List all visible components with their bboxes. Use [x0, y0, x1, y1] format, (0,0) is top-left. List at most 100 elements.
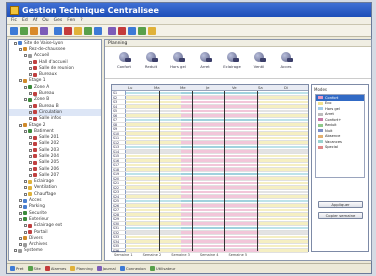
- menu-item[interactable]: Ou: [42, 18, 48, 23]
- expand-toggle-icon[interactable]: [19, 236, 22, 240]
- row-cells[interactable]: [126, 145, 308, 149]
- toolbar-button-icon[interactable]: [148, 26, 156, 35]
- expand-toggle-icon[interactable]: [29, 161, 32, 165]
- menu-item[interactable]: Ges: [54, 18, 63, 23]
- toolbar-button-icon[interactable]: [20, 26, 28, 35]
- row-cells[interactable]: [126, 226, 308, 230]
- expand-toggle-icon[interactable]: [19, 211, 22, 215]
- row-cells[interactable]: [126, 154, 308, 158]
- menu-item[interactable]: Fen: [67, 18, 75, 23]
- status-item[interactable]: Pret: [10, 266, 24, 271]
- row-cells[interactable]: [126, 217, 308, 221]
- expand-toggle-icon[interactable]: [24, 85, 27, 89]
- expand-toggle-icon[interactable]: [24, 54, 27, 58]
- expand-toggle-icon[interactable]: [24, 98, 27, 102]
- expand-toggle-icon[interactable]: [19, 217, 22, 221]
- row-cells[interactable]: [126, 123, 308, 127]
- toolbar-button-icon[interactable]: [30, 26, 38, 35]
- mode-list-item[interactable]: Special: [316, 145, 364, 151]
- row-cells[interactable]: [126, 105, 308, 109]
- status-item[interactable]: Utilisateur: [149, 266, 175, 271]
- toolbar-button-icon[interactable]: [74, 26, 82, 35]
- tree-item[interactable]: Systeme: [9, 248, 101, 254]
- row-cells[interactable]: [126, 132, 308, 136]
- expand-toggle-icon[interactable]: [29, 66, 32, 70]
- expand-toggle-icon[interactable]: [24, 224, 27, 228]
- expand-toggle-icon[interactable]: [19, 205, 22, 209]
- expand-toggle-icon[interactable]: [19, 199, 22, 203]
- row-cells[interactable]: [126, 127, 308, 131]
- expand-toggle-icon[interactable]: [29, 92, 32, 96]
- row-cells[interactable]: [126, 118, 308, 122]
- toolbar-button-icon[interactable]: [40, 26, 48, 35]
- row-cells[interactable]: [126, 199, 308, 203]
- expand-toggle-icon[interactable]: [29, 173, 32, 177]
- row-cells[interactable]: [126, 159, 308, 163]
- expand-toggle-icon[interactable]: [29, 148, 32, 152]
- row-cells[interactable]: [126, 186, 308, 190]
- mode-icon-button[interactable]: Reduit: [142, 52, 160, 69]
- menu-item[interactable]: Af: [33, 18, 38, 23]
- row-cells[interactable]: [126, 177, 308, 181]
- status-item[interactable]: Alarmes: [44, 266, 66, 271]
- expand-toggle-icon[interactable]: [29, 110, 32, 114]
- expand-toggle-icon[interactable]: [14, 249, 17, 253]
- expand-toggle-icon[interactable]: [19, 79, 22, 83]
- row-cells[interactable]: [126, 195, 308, 199]
- toolbar-button-icon[interactable]: [138, 26, 146, 35]
- expand-toggle-icon[interactable]: [29, 154, 32, 158]
- row-cells[interactable]: [126, 163, 308, 167]
- toolbar-button-icon[interactable]: [54, 26, 62, 35]
- row-cells[interactable]: [126, 249, 308, 253]
- row-cells[interactable]: [126, 190, 308, 194]
- mode-icon-button[interactable]: Hors gel: [169, 52, 187, 69]
- expand-toggle-icon[interactable]: [24, 230, 27, 234]
- expand-toggle-icon[interactable]: [29, 60, 32, 64]
- expand-toggle-icon[interactable]: [29, 73, 32, 77]
- expand-toggle-icon[interactable]: [24, 180, 27, 184]
- status-item[interactable]: Journal: [96, 266, 116, 271]
- toolbar-button-icon[interactable]: [64, 26, 72, 35]
- row-cells[interactable]: [126, 222, 308, 226]
- row-cells[interactable]: [126, 213, 308, 217]
- toolbar-button-icon[interactable]: [128, 26, 136, 35]
- expand-toggle-icon[interactable]: [24, 129, 27, 133]
- mode-icon-button[interactable]: Arret: [196, 52, 214, 69]
- row-cells[interactable]: [126, 172, 308, 176]
- apply-button[interactable]: Appliquer: [318, 201, 363, 208]
- status-item[interactable]: Site: [27, 266, 41, 271]
- expand-toggle-icon[interactable]: [29, 104, 32, 108]
- toolbar-button-icon[interactable]: [94, 26, 102, 35]
- toolbar-button-icon[interactable]: [10, 26, 18, 35]
- mode-icon-button[interactable]: Eclairage: [223, 52, 241, 69]
- menu-item[interactable]: Ed: [22, 18, 28, 23]
- menu-item[interactable]: Fic: [11, 18, 17, 23]
- expand-toggle-icon[interactable]: [24, 186, 27, 190]
- status-item[interactable]: Connexion: [119, 266, 146, 271]
- toolbar-button-icon[interactable]: [118, 26, 126, 35]
- schedule-grid[interactable]: Lu Ma Me Je Ve Sa Di S1 S2 S3 S4 S5 S6 S7 S8 S9 S10 S11 S…: [111, 84, 309, 253]
- row-cells[interactable]: [126, 136, 308, 140]
- expand-toggle-icon[interactable]: [19, 123, 22, 127]
- row-cells[interactable]: [126, 231, 308, 235]
- expand-toggle-icon[interactable]: [29, 167, 32, 171]
- mode-icon-button[interactable]: Ventil: [250, 52, 268, 69]
- row-cells[interactable]: [126, 114, 308, 118]
- mode-icon-button[interactable]: Confort: [115, 52, 133, 69]
- menu-item[interactable]: ?: [80, 18, 82, 23]
- row-cells[interactable]: [126, 168, 308, 172]
- row-cells[interactable]: [126, 244, 308, 248]
- toolbar-button-icon[interactable]: [84, 26, 92, 35]
- row-cells[interactable]: [126, 100, 308, 104]
- modes-list[interactable]: Confort Eco Hors gel Arret Confort+ Reduit Nui…: [315, 94, 365, 178]
- mode-icon-button[interactable]: Acces: [277, 52, 295, 69]
- row-cells[interactable]: [126, 204, 308, 208]
- expand-toggle-icon[interactable]: [19, 243, 22, 247]
- row-cells[interactable]: [126, 91, 308, 95]
- row-cells[interactable]: [126, 235, 308, 239]
- toolbar-button-icon[interactable]: [108, 26, 116, 35]
- row-cells[interactable]: [126, 150, 308, 154]
- row-cells[interactable]: [126, 109, 308, 113]
- row-cells[interactable]: [126, 141, 308, 145]
- status-item[interactable]: Planning: [70, 266, 93, 271]
